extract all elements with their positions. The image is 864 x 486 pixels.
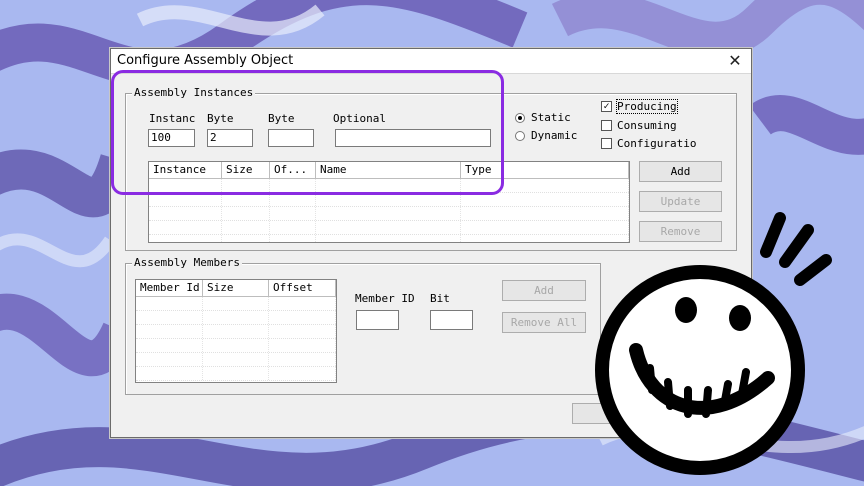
list-item[interactable] <box>149 193 629 207</box>
dynamic-radio[interactable] <box>515 131 525 141</box>
members-list-rows <box>136 297 336 381</box>
list-item[interactable] <box>136 367 336 381</box>
column-member-size[interactable]: Size <box>203 280 269 296</box>
static-radio[interactable] <box>515 113 525 123</box>
dialog-title: Configure Assembly Object <box>117 53 294 68</box>
add-instance-button[interactable]: Add <box>639 161 722 182</box>
assembly-members-legend: Assembly Members <box>132 256 242 269</box>
smiley-face-sticker <box>595 212 832 475</box>
dynamic-label: Dynamic <box>531 129 578 142</box>
list-item[interactable] <box>136 325 336 339</box>
static-label: Static <box>531 111 571 124</box>
list-item[interactable] <box>136 297 336 311</box>
highlight-box <box>111 70 504 195</box>
list-item[interactable] <box>149 221 629 235</box>
configuration-checkbox[interactable] <box>601 138 612 149</box>
member-id-field[interactable] <box>356 310 399 330</box>
close-icon[interactable]: ✕ <box>725 51 745 71</box>
list-item[interactable] <box>149 207 629 221</box>
list-item[interactable] <box>136 311 336 325</box>
consuming-checkbox[interactable] <box>601 120 612 131</box>
consuming-label: Consuming <box>617 119 677 132</box>
smiley-right-eye <box>729 305 751 331</box>
column-member-offset[interactable]: Offset <box>269 280 336 296</box>
list-item[interactable] <box>149 235 629 242</box>
list-item[interactable] <box>136 339 336 353</box>
producing-checkbox[interactable]: ✓ <box>601 101 612 112</box>
column-member-id[interactable]: Member Id <box>136 280 203 296</box>
radio-selected-dot <box>518 116 522 120</box>
remove-all-members-button[interactable]: Remove All <box>502 312 586 333</box>
producing-label: Producing <box>616 99 678 114</box>
add-member-button[interactable]: Add <box>502 280 586 301</box>
smiley-head <box>595 265 805 475</box>
bit-label: Bit <box>430 292 450 305</box>
bit-field[interactable] <box>430 310 473 330</box>
member-id-label: Member ID <box>355 292 415 305</box>
list-item[interactable] <box>136 353 336 367</box>
members-list[interactable]: Member Id Size Offset <box>135 279 337 383</box>
smiley-left-eye <box>675 297 697 323</box>
configuration-label: Configuratio <box>617 137 697 150</box>
members-list-header: Member Id Size Offset <box>136 280 336 297</box>
emphasis-strokes <box>760 212 832 286</box>
